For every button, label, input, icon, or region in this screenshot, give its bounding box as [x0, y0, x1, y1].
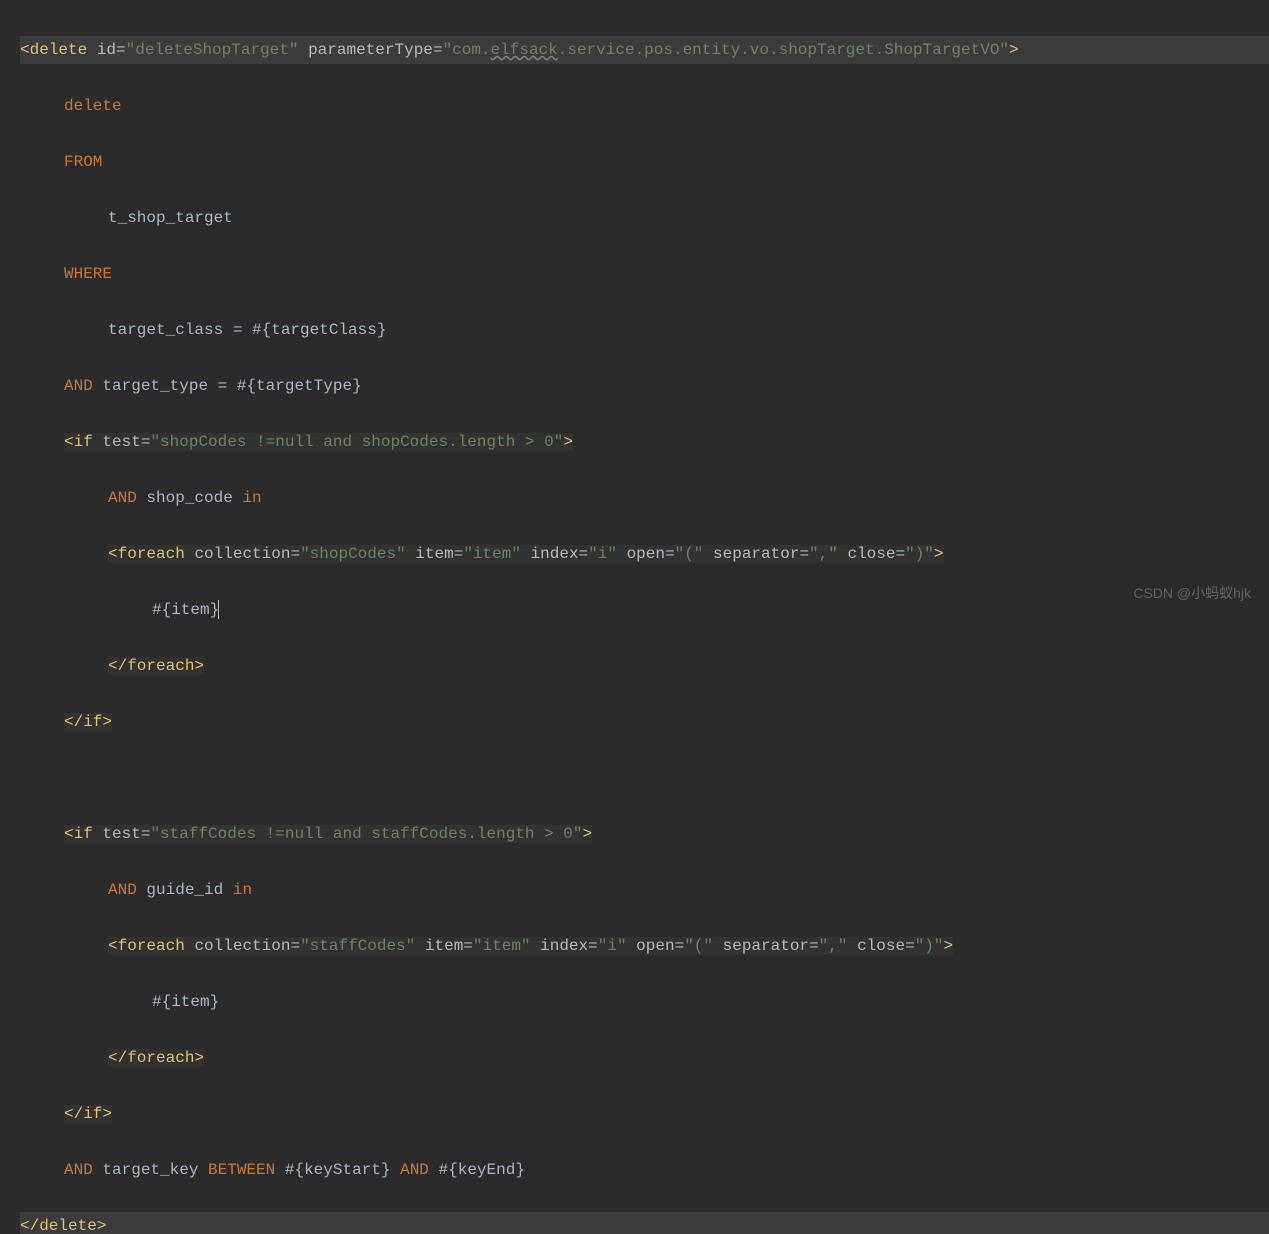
line-foreach2-close: </foreach>: [20, 1044, 1269, 1072]
line-foreach1-close: </foreach>: [20, 652, 1269, 680]
line-delete-open: <delete id="deleteShopTarget" parameterT…: [20, 36, 1269, 64]
line-delete-kw: delete: [20, 92, 1269, 120]
line-item2: #{item}: [20, 988, 1269, 1016]
line-and-guideid: AND guide_id in: [20, 876, 1269, 904]
line-table: t_shop_target: [20, 204, 1269, 232]
line-foreach2-open: <foreach collection="staffCodes" item="i…: [20, 932, 1269, 960]
line-and-shopcode: AND shop_code in: [20, 484, 1269, 512]
line-item1: #{item}: [20, 596, 1269, 624]
line-foreach1-open: <foreach collection="shopCodes" item="it…: [20, 540, 1269, 568]
line-where: WHERE: [20, 260, 1269, 288]
line-if1-close: </if>: [20, 708, 1269, 736]
line-from: FROM: [20, 148, 1269, 176]
line-if2-open: <if test="staffCodes !=null and staffCod…: [20, 820, 1269, 848]
code-editor: <delete id="deleteShopTarget" parameterT…: [0, 0, 1269, 1234]
watermark: CSDN @小蚂蚁hjk: [1133, 581, 1251, 606]
line-between: AND target_key BETWEEN #{keyStart} AND #…: [20, 1156, 1269, 1184]
line-cond1: target_class = #{targetClass}: [20, 316, 1269, 344]
line-delete-close: </delete>: [20, 1212, 1269, 1234]
line-and-cond2: AND target_type = #{targetType}: [20, 372, 1269, 400]
text-cursor: [218, 600, 219, 619]
line-blank: [20, 764, 1269, 792]
line-if1-open: <if test="shopCodes !=null and shopCodes…: [20, 428, 1269, 456]
line-if2-close: </if>: [20, 1100, 1269, 1128]
